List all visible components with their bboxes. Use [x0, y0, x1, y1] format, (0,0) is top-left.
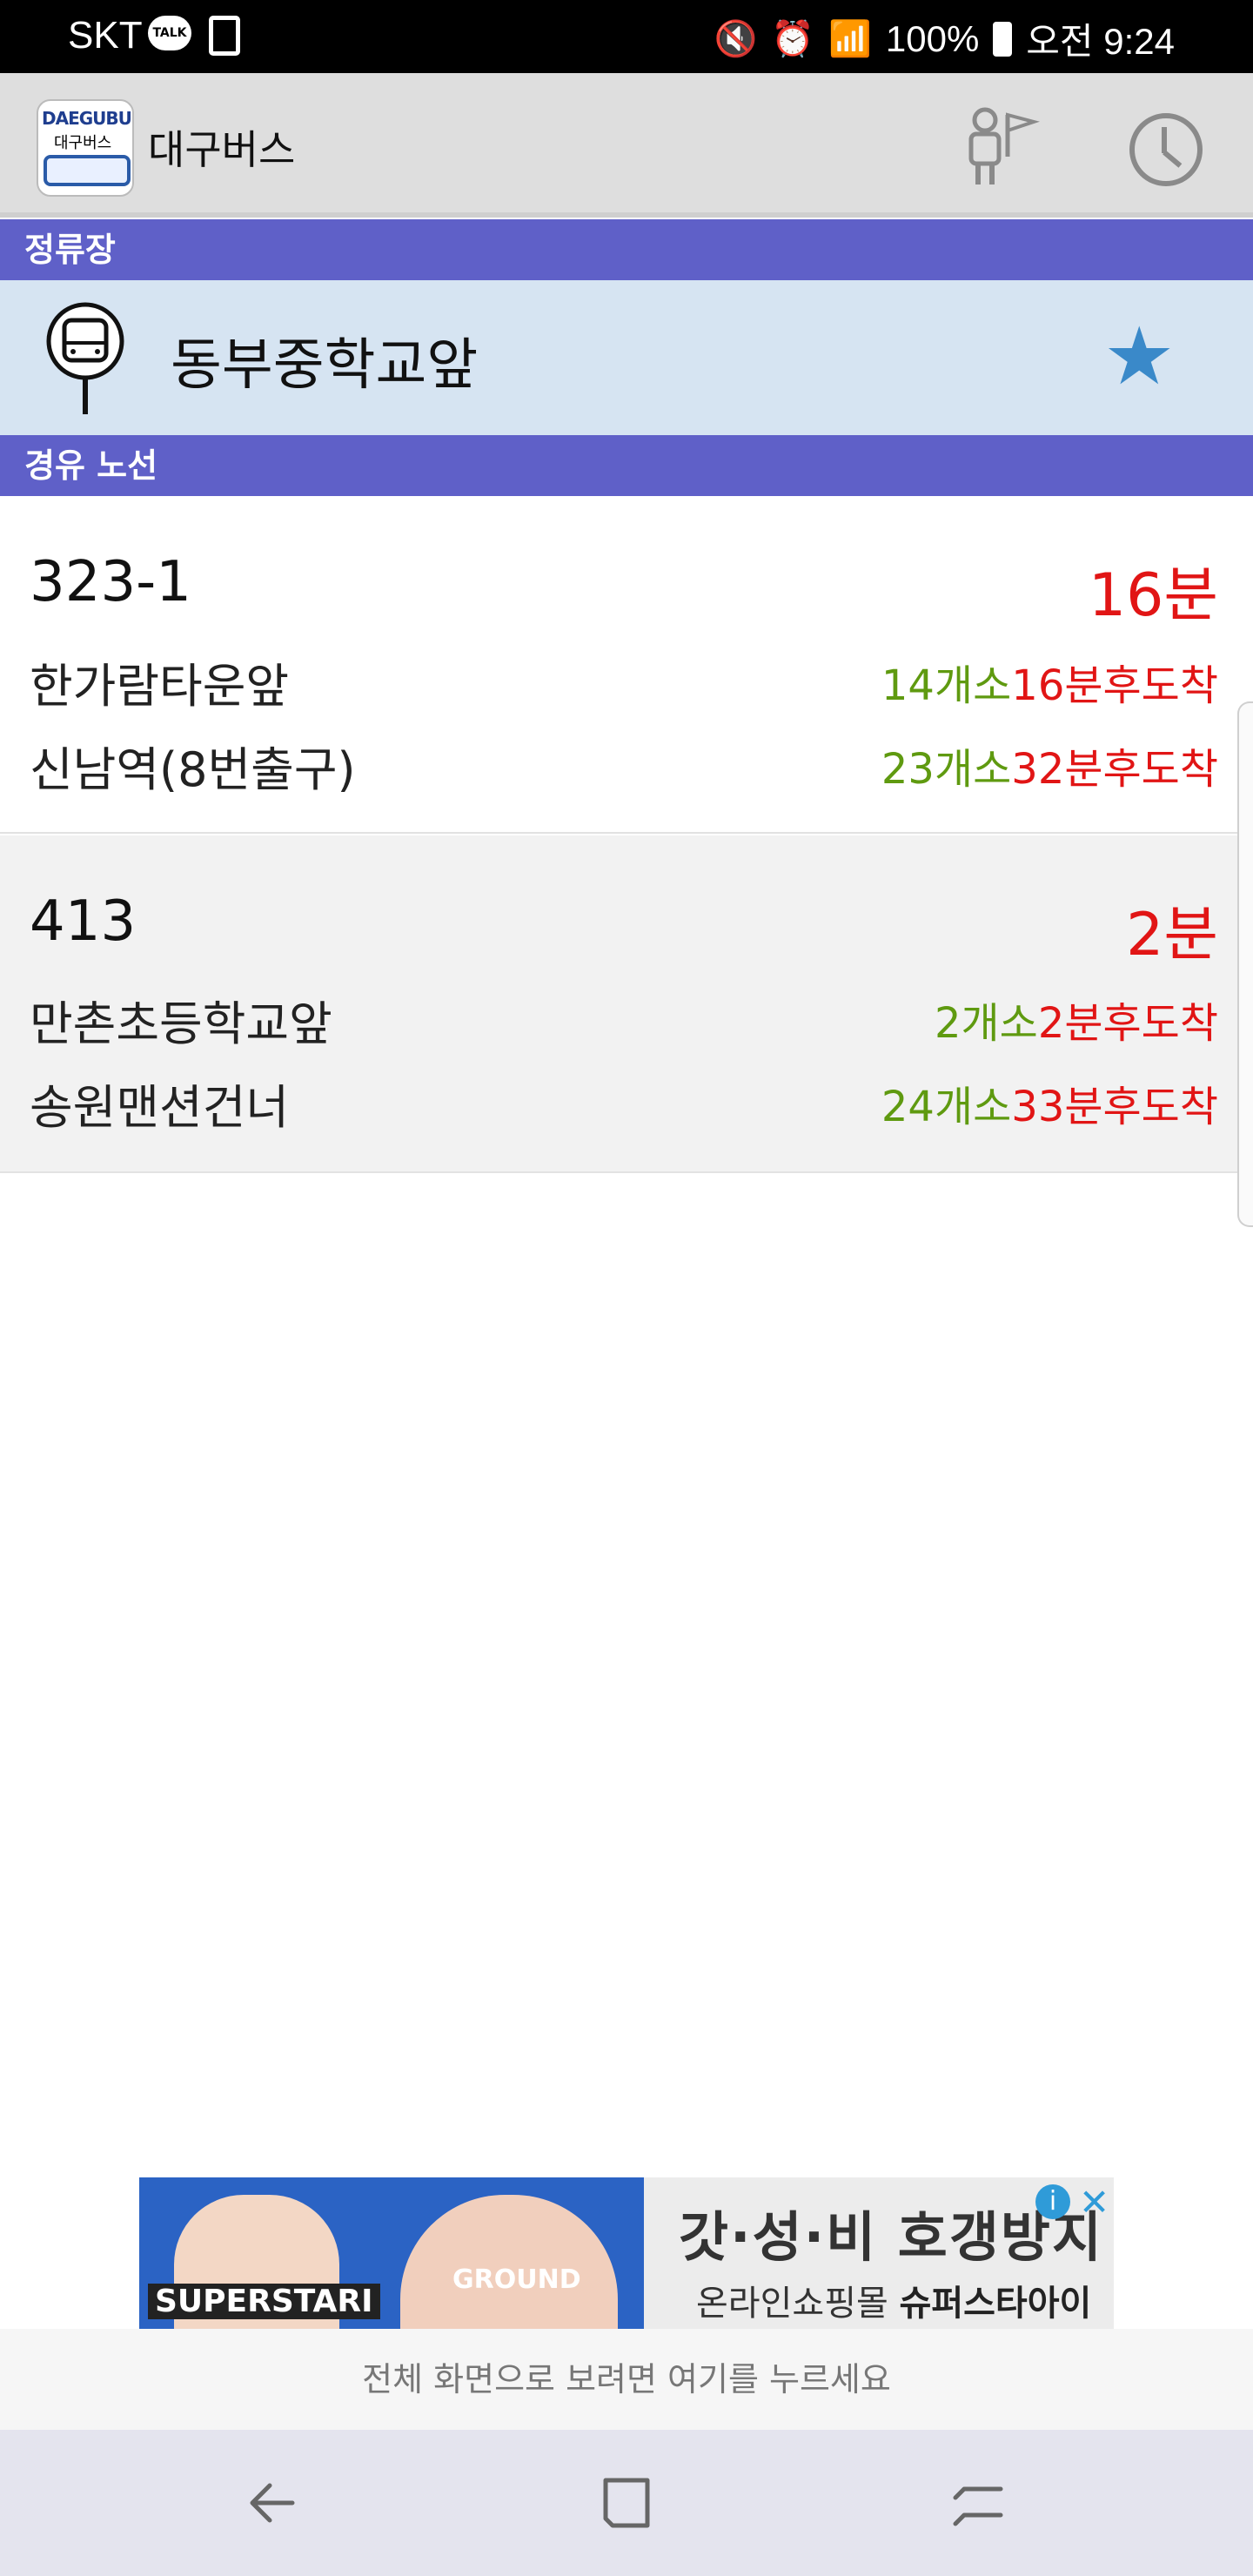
carrier-label: SKT — [68, 14, 143, 57]
ad-shirt-text: GROUND — [452, 2264, 581, 2295]
ad-info-icon[interactable]: i — [1035, 2184, 1070, 2219]
direction-stop-name: 신남역(8번출구) — [30, 742, 356, 797]
stop-row[interactable]: 동부중학교앞 ★ — [0, 280, 1253, 435]
back-icon[interactable] — [240, 2468, 310, 2538]
direction-stop-name: 송원맨션건너 — [30, 1080, 290, 1135]
battery-icon — [993, 21, 1013, 57]
route-card[interactable]: 413 2분 만촌초등학교앞 2개소2분후도착 송원맨션건너 24개소33분후도… — [0, 835, 1239, 1173]
person-flag-icon — [968, 107, 1040, 184]
favorite-star-icon[interactable]: ★ — [1103, 317, 1175, 397]
app-logo: DAEGUBUS 대구버스 — [37, 99, 134, 197]
route-number: 413 — [30, 889, 137, 954]
arrival-info: 24개소33분후도착 — [881, 1083, 1218, 1131]
ad-model-image — [400, 2195, 618, 2329]
logo-text-en: DAEGUBUS — [42, 108, 134, 129]
route-number: 323-1 — [30, 550, 191, 614]
mute-icon: 🔇 — [714, 20, 758, 58]
arrival-info: 2개소2분후도착 — [934, 999, 1218, 1048]
scroll-edge-indicator[interactable] — [1237, 701, 1253, 1227]
status-icons: 🔇 ⏰ 📶 100% 오전 9:24 — [714, 12, 1175, 65]
clock-time: 오전 9:24 — [1026, 21, 1175, 62]
route-eta: 2분 — [1126, 901, 1218, 969]
route-eta: 16분 — [1088, 561, 1218, 630]
alarm-icon: ⏰ — [771, 20, 815, 58]
routes-section-header: 경유 노선 — [0, 435, 1253, 496]
wifi-icon: 📶 — [828, 20, 872, 58]
ad-close-icon[interactable]: ✕ — [1079, 2181, 1109, 2224]
bus-icon — [44, 155, 131, 186]
ad-banner[interactable]: SUPERSTARI GROUND 갓·성·비 호갱방지 온라인쇼핑몰 슈퍼스타… — [139, 2177, 1114, 2329]
app-title: 대구버스 — [148, 126, 296, 173]
recent-apps-icon[interactable] — [943, 2468, 1013, 2538]
route-card[interactable]: 323-1 16분 한가람타운앞 14개소16분후도착 신남역(8번출구) 23… — [0, 496, 1239, 834]
home-icon[interactable] — [592, 2468, 661, 2538]
arrival-info: 14개소16분후도착 — [881, 661, 1218, 710]
direction-stop-name: 만촌초등학교앞 — [30, 996, 332, 1051]
navigation-bar — [0, 2430, 1253, 2576]
logo-text-ko: 대구버스 — [54, 134, 112, 152]
arrival-info: 23개소32분후도착 — [881, 745, 1218, 794]
direction-stop-name: 한가람타운앞 — [30, 659, 290, 714]
stop-section-header: 정류장 — [0, 219, 1253, 280]
ad-brand-left: SUPERSTARI — [148, 2284, 380, 2319]
bus-stop-icon — [46, 302, 124, 414]
kakaotalk-icon: TALK — [148, 16, 191, 50]
guide-person-button[interactable] — [959, 104, 1041, 188]
fullscreen-hint[interactable]: 전체 화면으로 보려면 여기를 누르세요 — [0, 2329, 1253, 2430]
status-bar: SKT TALK 🔇 ⏰ 📶 100% 오전 9:24 — [0, 0, 1253, 73]
app-bar: DAEGUBUS 대구버스 대구버스 — [0, 73, 1253, 218]
battery-percent: 100% — [885, 17, 980, 59]
stop-name: 동부중학교앞 — [171, 333, 479, 398]
sim-icon — [209, 16, 240, 56]
history-clock-button[interactable] — [1129, 113, 1203, 186]
ad-subline: 온라인쇼핑몰 슈퍼스타아이 — [696, 2284, 1092, 2324]
